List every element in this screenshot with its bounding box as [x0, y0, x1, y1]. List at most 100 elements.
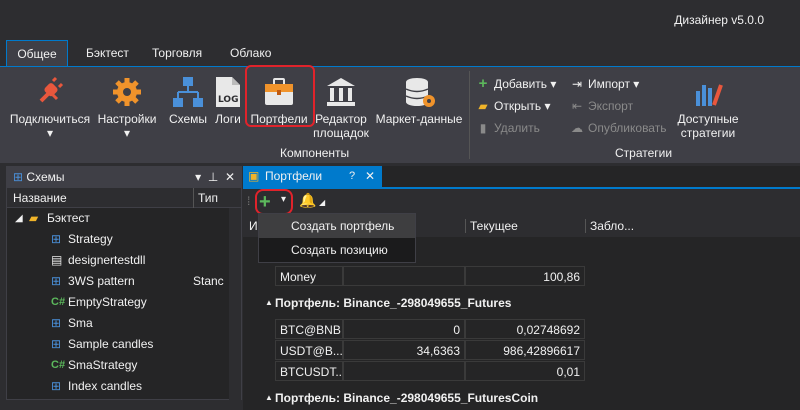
item-label: Sample candles: [68, 337, 154, 351]
cell-name: BTCUSDT...: [275, 361, 343, 381]
cell-begin: 0: [343, 319, 465, 339]
market-data-button[interactable]: Маркет-данные: [374, 75, 464, 126]
portfolios-button[interactable]: Портфели: [248, 75, 310, 126]
logs-label: Логи: [215, 112, 241, 126]
schema-icon: ⊞: [13, 170, 24, 184]
dll-icon: ▤: [51, 253, 63, 267]
app-title: Дизайнер v5.0.0: [674, 13, 764, 27]
help-icon[interactable]: ?: [349, 166, 355, 187]
import-icon: ⇥: [571, 77, 583, 91]
schema-icon: ⊞: [51, 337, 62, 351]
portfolios-panel: ▣ Портфели ? ✕ ⁞ + ▾ 🔔 ◢ И Текущее Забло…: [243, 166, 800, 410]
strategies-icon: [696, 84, 723, 106]
ribbon-separator: [469, 71, 470, 159]
tree-item[interactable]: C# EmptyStrategy: [7, 292, 241, 313]
pin-icon[interactable]: ⊥: [208, 170, 218, 184]
portfolios-doc-tab[interactable]: ▣ Портфели ? ✕: [243, 166, 382, 187]
cell-begin: 34,6363: [343, 340, 465, 360]
import-label: Импорт: [588, 77, 630, 91]
tab-trading[interactable]: Торговля: [142, 40, 212, 66]
available-strategies-button[interactable]: Доступные стратегии: [668, 75, 748, 140]
add-button[interactable]: + Добавить ▾: [476, 75, 557, 93]
item-label: Strategy: [68, 232, 113, 246]
schemas-panel-title: Схемы: [26, 170, 65, 184]
export-icon: ⇤: [571, 99, 583, 113]
csharp-icon: C#: [51, 296, 66, 308]
create-position-item[interactable]: Создать позицию: [259, 238, 415, 262]
portfolio-group-header[interactable]: ▲ Портфель: Binance_-298049655_FuturesCo…: [243, 386, 800, 410]
collapse-icon[interactable]: ▲: [265, 291, 273, 315]
tree-item[interactable]: C# SmaStrategy: [7, 355, 241, 376]
cell-begin: [343, 266, 465, 286]
add-dropdown-menu: Создать портфель Создать позицию: [258, 213, 416, 263]
exchange-editor-label: Редактор площадок: [313, 112, 369, 140]
column-name[interactable]: Название: [13, 188, 67, 208]
folder-label: Бэктест: [47, 211, 90, 225]
chevron-down-icon[interactable]: ▾: [281, 194, 286, 205]
publish-button[interactable]: ☁ Опубликовать: [570, 119, 666, 137]
collapse-icon[interactable]: ◢: [15, 208, 23, 229]
connect-button[interactable]: Подключиться ▾: [6, 75, 94, 140]
cell-current: 0,02748692: [465, 319, 585, 339]
tree-item[interactable]: ▤ designertestdll: [7, 250, 241, 271]
portfolios-toolbar: ⁞ + ▾ 🔔 ◢: [243, 189, 800, 215]
item-label: 3WS pattern: [68, 274, 135, 288]
folder-open-icon: ▰: [478, 99, 488, 113]
column-name[interactable]: И: [249, 219, 258, 233]
schemas-panel: ⊞ Схемы ▾ ⊥ ✕ Название Тип ◢ ▰ Бэктест ⊞…: [6, 166, 242, 400]
settings-label: Настройки ▾: [97, 112, 157, 140]
bell-icon[interactable]: 🔔: [299, 192, 316, 209]
close-icon[interactable]: ✕: [225, 170, 235, 184]
tree-item[interactable]: ⊞ Sma: [7, 313, 241, 334]
scrollbar[interactable]: [229, 208, 241, 400]
cell-current: 100,86: [465, 266, 585, 286]
import-button[interactable]: ⇥ Импорт ▾: [570, 75, 639, 93]
schemas-button[interactable]: Схемы: [166, 75, 210, 126]
publish-label: Опубликовать: [588, 121, 667, 135]
plus-icon: +: [478, 75, 488, 92]
cell-name: Money: [275, 266, 343, 286]
tree-folder-backtest[interactable]: ◢ ▰ Бэктест: [7, 208, 241, 229]
export-button[interactable]: ⇤ Экспорт: [570, 97, 633, 115]
plus-icon[interactable]: +: [259, 189, 271, 215]
delete-button[interactable]: ▮ Удалить: [476, 119, 540, 137]
dropdown-icon[interactable]: ▾: [195, 170, 201, 184]
schema-icon: ⊞: [51, 379, 62, 393]
collapse-icon[interactable]: ▲: [265, 386, 273, 410]
tree-item[interactable]: ⊞ Sample candles: [7, 334, 241, 355]
cell-name: USDT@B...: [275, 340, 343, 360]
market-data-label: Маркет-данные: [375, 112, 463, 126]
open-button[interactable]: ▰ Открыть ▾: [476, 97, 550, 115]
item-label: designertestdll: [68, 253, 146, 267]
exchange-editor-button[interactable]: Редактор площадок: [310, 75, 372, 140]
settings-button[interactable]: Настройки ▾: [96, 75, 158, 140]
cell-begin: [343, 361, 465, 381]
column-type[interactable]: Тип: [193, 188, 218, 208]
logs-button[interactable]: LOG Логи: [212, 75, 244, 126]
tree-item[interactable]: ⊞ Index candles: [7, 376, 241, 397]
column-current[interactable]: Текущее: [465, 219, 518, 233]
ribbon: Подключиться ▾ Настройки ▾ Схемы LOG Лог…: [0, 65, 800, 163]
chevron-down-icon[interactable]: ◢: [319, 198, 325, 207]
schema-icon: ⊞: [51, 274, 62, 288]
column-blocked[interactable]: Забло...: [585, 219, 634, 233]
tree-item[interactable]: ⊞ 3WS pattern Stanc: [7, 271, 241, 292]
tab-cloud[interactable]: Облако: [220, 40, 281, 66]
close-icon[interactable]: ✕: [365, 166, 375, 187]
available-strategies-label: Доступные стратегии: [677, 112, 739, 140]
strategies-group-label: Стратегии: [615, 146, 673, 160]
tab-general[interactable]: Общее: [6, 40, 68, 66]
trash-icon: ▮: [479, 121, 487, 135]
panel-buttons: ▾ ⊥ ✕: [195, 167, 235, 188]
cell-current: 0,01: [465, 361, 585, 381]
group-title: Портфель: Binance_-298049655_FuturesCoin: [275, 391, 539, 405]
doc-tab-label: Портфели: [265, 169, 323, 183]
gear-icon: [113, 78, 141, 106]
tab-backtest[interactable]: Бэктест: [76, 40, 139, 66]
create-portfolio-item[interactable]: Создать портфель: [259, 214, 415, 238]
tree-item[interactable]: ⊞ Strategy: [7, 229, 241, 250]
item-label: EmptyStrategy: [68, 295, 147, 309]
portfolio-group-header[interactable]: ▲ Портфель: Binance_-298049655_Futures: [243, 291, 800, 315]
briefcase-icon: ▣: [248, 169, 260, 183]
schema-icon: ⊞: [51, 232, 62, 246]
